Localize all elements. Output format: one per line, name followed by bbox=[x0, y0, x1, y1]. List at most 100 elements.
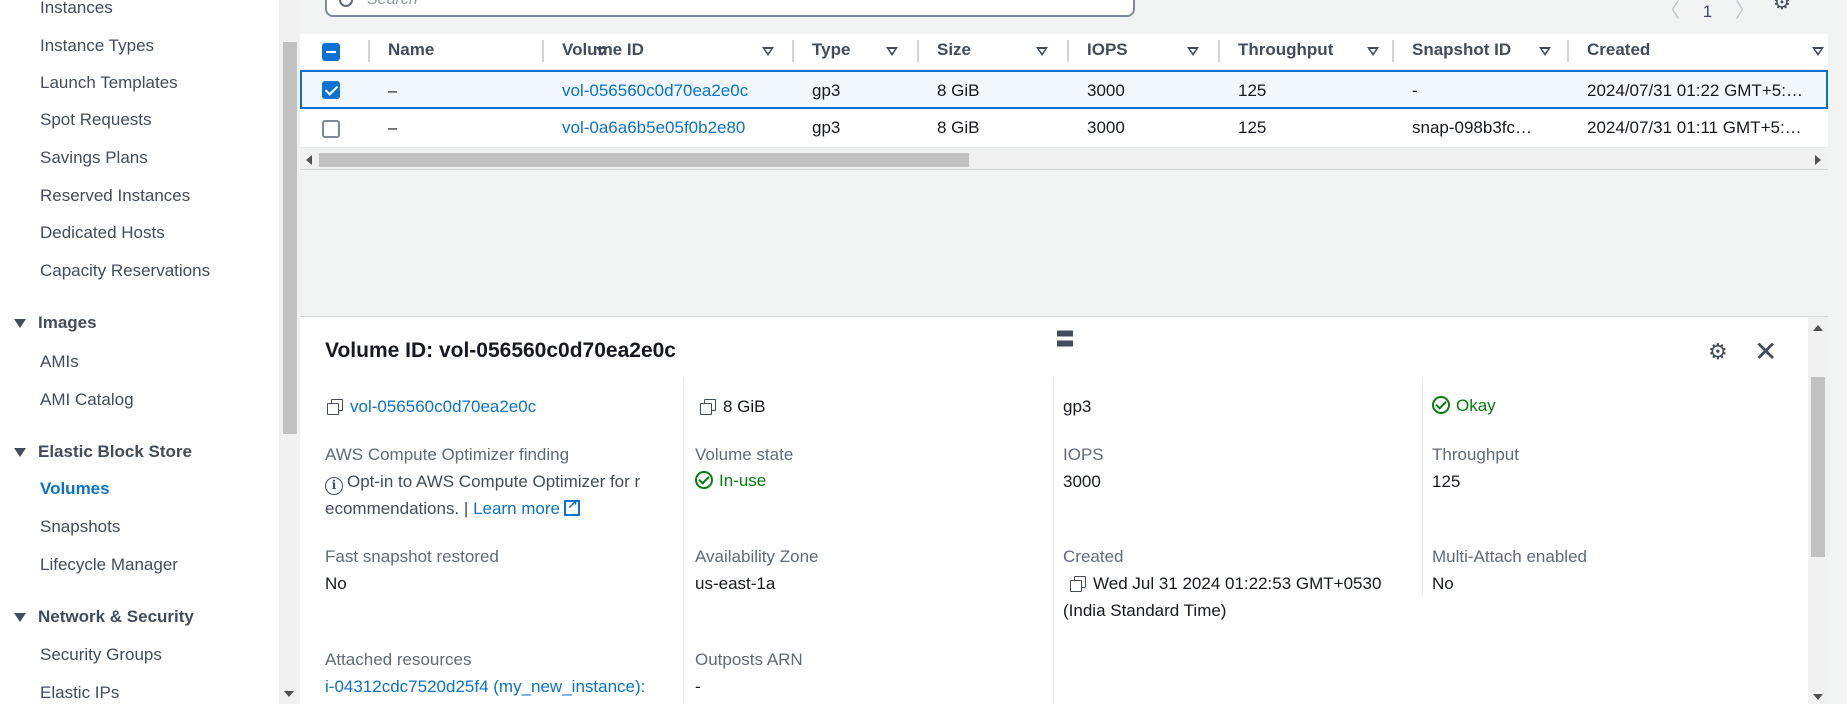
check-circle-icon bbox=[1432, 396, 1450, 414]
resize-handle-icon[interactable]: 〓 bbox=[1055, 323, 1075, 352]
search-input[interactable]: Search bbox=[325, 0, 1135, 17]
row-checkbox[interactable] bbox=[322, 81, 340, 99]
section-elastic-block-store[interactable]: Elastic Block Store bbox=[14, 442, 192, 462]
volume-id-value[interactable]: vol-056560c0d70ea2e0c bbox=[327, 397, 536, 417]
column-separator[interactable] bbox=[1567, 40, 1569, 62]
pagination: 〈 1 〉 bbox=[1660, 0, 1755, 23]
column-header-size[interactable]: Size bbox=[937, 34, 1048, 70]
attached-instance-link[interactable]: i-04312cdc7520d25f4 (my_new_instance): bbox=[325, 677, 645, 697]
optimizer-text: i Opt-in to AWS Compute Optimizer for r bbox=[325, 472, 640, 495]
row-checkbox[interactable] bbox=[322, 120, 340, 138]
sidebar-item-dedicated-hosts[interactable]: Dedicated Hosts bbox=[40, 223, 165, 243]
column-header-name[interactable]: Name bbox=[388, 34, 608, 70]
section-network-security[interactable]: Network & Security bbox=[14, 607, 194, 627]
caret-down-icon bbox=[14, 318, 26, 328]
sidebar-item-amis[interactable]: AMIs bbox=[40, 352, 79, 372]
sidebar-item-security-groups[interactable]: Security Groups bbox=[40, 645, 162, 665]
multi-attach-value: No bbox=[1432, 574, 1454, 593]
scroll-down-arrow-icon[interactable] bbox=[1813, 694, 1823, 700]
column-header-created[interactable]: Created bbox=[1587, 34, 1824, 70]
cell-name: – bbox=[388, 81, 398, 100]
copy-icon[interactable] bbox=[1070, 576, 1086, 592]
sidebar-item-spot-requests[interactable]: Spot Requests bbox=[40, 110, 152, 130]
cell-volume-id-link[interactable]: vol-056560c0d70ea2e0c bbox=[562, 72, 748, 111]
table-row[interactable]: – vol-056560c0d70ea2e0c gp3 8 GiB 3000 1… bbox=[300, 70, 1828, 109]
cell-snapshot-id: snap-098b3fc… bbox=[1412, 118, 1533, 137]
sidebar-item-volumes[interactable]: Volumes bbox=[40, 479, 110, 499]
sidebar-scrollbar-thumb[interactable] bbox=[283, 42, 297, 434]
sort-icon bbox=[1367, 47, 1379, 56]
chevron-left-icon[interactable]: 〈 bbox=[1660, 0, 1680, 22]
column-header-iops[interactable]: IOPS bbox=[1087, 34, 1199, 70]
sidebar-item-elastic-ips[interactable]: Elastic IPs bbox=[40, 683, 119, 703]
cell-volume-id-link[interactable]: vol-0a6a6b5e05f0b2e80 bbox=[562, 109, 745, 148]
cell-size: 8 GiB bbox=[937, 118, 980, 137]
sidebar-item-instances[interactable]: Instances bbox=[40, 0, 113, 18]
table-header: Name Volume ID Type Size IOPS Throughput… bbox=[300, 34, 1828, 70]
gear-icon[interactable]: ⚙ bbox=[1773, 0, 1793, 14]
cell-snapshot-id: - bbox=[1412, 81, 1418, 100]
outposts-arn-value: - bbox=[695, 677, 701, 696]
availability-zone-label: Availability Zone bbox=[695, 547, 819, 566]
scrollbar-thumb[interactable] bbox=[319, 153, 969, 167]
scrollbar-thumb[interactable] bbox=[1811, 377, 1825, 557]
sort-icon bbox=[1187, 47, 1199, 56]
scroll-left-arrow-icon[interactable] bbox=[306, 155, 312, 165]
column-header-type[interactable]: Type bbox=[812, 34, 898, 70]
cell-type: gp3 bbox=[812, 118, 841, 137]
external-link-icon[interactable] bbox=[564, 497, 580, 516]
page-number[interactable]: 1 bbox=[1703, 2, 1712, 21]
column-separator[interactable] bbox=[368, 40, 370, 62]
panel-vertical-scrollbar[interactable] bbox=[1808, 317, 1828, 704]
copy-icon[interactable] bbox=[700, 399, 716, 415]
sidebar-item-instance-types[interactable]: Instance Types bbox=[40, 36, 154, 56]
fast-snapshot-label: Fast snapshot restored bbox=[325, 547, 499, 566]
sort-icon bbox=[1812, 47, 1824, 56]
column-separator[interactable] bbox=[1392, 40, 1394, 62]
sidebar-item-ami-catalog[interactable]: AMI Catalog bbox=[40, 390, 134, 410]
table-horizontal-scrollbar[interactable] bbox=[300, 150, 1828, 170]
close-icon[interactable]: ✕ bbox=[1754, 335, 1777, 368]
column-separator[interactable] bbox=[1218, 40, 1220, 62]
created-value: Wed Jul 31 2024 01:22:53 GMT+0530 bbox=[1070, 574, 1381, 594]
table-row[interactable]: – vol-0a6a6b5e05f0b2e80 gp3 8 GiB 3000 1… bbox=[300, 109, 1828, 148]
column-header-volume-id[interactable]: Volume ID bbox=[562, 34, 774, 70]
column-header-throughput[interactable]: Throughput bbox=[1238, 34, 1379, 70]
caret-down-icon bbox=[14, 447, 26, 457]
scroll-down-arrow-icon[interactable] bbox=[284, 691, 294, 697]
copy-icon[interactable] bbox=[327, 399, 343, 415]
column-separator[interactable] bbox=[542, 40, 544, 62]
throughput-value: 125 bbox=[1432, 472, 1461, 491]
section-images[interactable]: Images bbox=[14, 313, 97, 333]
column-separator[interactable] bbox=[1067, 40, 1069, 62]
column-header-snapshot-id[interactable]: Snapshot ID bbox=[1412, 34, 1551, 70]
column-divider bbox=[683, 377, 684, 704]
status-value: Okay bbox=[1432, 396, 1496, 416]
main-content: Search 〈 1 〉 ⚙ Name Volume ID Type Size … bbox=[300, 0, 1847, 704]
info-icon: i bbox=[325, 477, 343, 495]
gear-icon[interactable]: ⚙ bbox=[1708, 339, 1728, 365]
scroll-right-arrow-icon[interactable] bbox=[1815, 155, 1821, 165]
cell-iops: 3000 bbox=[1087, 81, 1125, 100]
column-separator[interactable] bbox=[917, 40, 919, 62]
outposts-arn-label: Outposts ARN bbox=[695, 650, 803, 669]
check-circle-icon bbox=[695, 471, 713, 489]
sidebar-item-launch-templates[interactable]: Launch Templates bbox=[40, 73, 178, 93]
optimizer-label: AWS Compute Optimizer finding bbox=[325, 445, 570, 464]
sidebar-item-reserved-instances[interactable]: Reserved Instances bbox=[40, 186, 190, 206]
scroll-up-arrow-icon[interactable] bbox=[1813, 325, 1823, 331]
select-all-checkbox[interactable] bbox=[322, 43, 340, 61]
sidebar-item-capacity-reservations[interactable]: Capacity Reservations bbox=[40, 261, 210, 281]
learn-more-link[interactable]: Learn more bbox=[473, 499, 560, 518]
section-label: Network & Security bbox=[38, 607, 194, 626]
search-icon bbox=[339, 0, 353, 7]
sidebar-item-savings-plans[interactable]: Savings Plans bbox=[40, 148, 148, 168]
volume-state-label: Volume state bbox=[695, 445, 794, 464]
panel-title: Volume ID: vol-056560c0d70ea2e0c bbox=[325, 339, 676, 362]
sidebar-item-snapshots[interactable]: Snapshots bbox=[40, 517, 120, 537]
chevron-right-icon[interactable]: 〉 bbox=[1735, 0, 1755, 22]
optimizer-text-2: ecommendations. | Learn more bbox=[325, 497, 580, 519]
column-separator[interactable] bbox=[792, 40, 794, 62]
sidebar-item-lifecycle-manager[interactable]: Lifecycle Manager bbox=[40, 555, 178, 575]
sort-icon bbox=[1539, 47, 1551, 56]
